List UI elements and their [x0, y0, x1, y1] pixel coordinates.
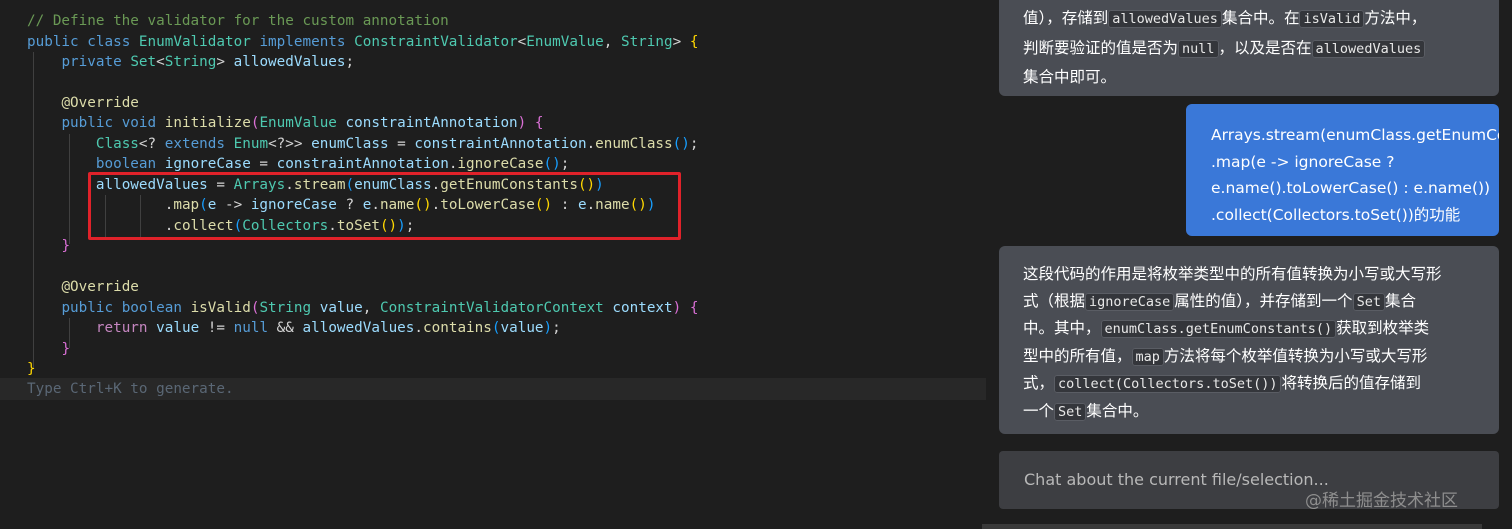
code-line: public void initialize(EnumValue constra…: [61, 115, 544, 131]
selection-highlight-box: [88, 172, 681, 240]
keyword: return: [95, 320, 148, 336]
variable: context: [612, 300, 673, 316]
type-name: ConstraintValidator: [354, 34, 518, 50]
inline-code: Set: [1352, 292, 1385, 311]
keyword: implements: [259, 34, 346, 50]
keyword: extends: [164, 136, 226, 152]
method-name: ignoreCase: [457, 156, 544, 172]
variable: constraintAnnotation: [414, 136, 587, 152]
code-line: // Define the validator for the custom a…: [27, 11, 449, 31]
inline-code: collect(Collectors.toSet()): [1054, 375, 1282, 393]
method-name: contains: [423, 320, 492, 336]
keyword: void: [121, 115, 157, 131]
method-name: enumClass: [595, 136, 673, 152]
keyword: class: [87, 34, 131, 50]
horizontal-scrollbar[interactable]: [982, 524, 1482, 529]
annotation: @Override: [61, 95, 139, 111]
code-line: }: [61, 238, 71, 254]
code-editor[interactable]: // Define the validator for the custom a…: [0, 0, 1000, 529]
inline-code: null: [1178, 39, 1219, 58]
type-name: EnumValidator: [138, 34, 251, 50]
inline-code: Set: [1054, 402, 1087, 421]
code-line: public boolean isValid(String value, Con…: [61, 300, 699, 316]
watermark: @稀土掘金技术社区: [1305, 491, 1458, 511]
method-name: initialize: [164, 115, 251, 131]
variable: value: [500, 320, 544, 336]
inline-code: isValid: [1299, 10, 1365, 28]
code-line: private Set<String> allowedValues;: [61, 54, 355, 70]
annotation: @Override: [61, 279, 139, 295]
chat-input-placeholder: Chat about the current file/selection...: [1024, 470, 1329, 489]
variable: allowedValues: [233, 54, 346, 70]
message-text: Arrays.stream(enumClass.getEnumConsta .m…: [1211, 126, 1499, 224]
type-name: Set: [130, 54, 157, 70]
code-comment: // Define the validator for the custom a…: [27, 13, 449, 29]
message-text: 值），存储到 allowedValues 集合中。在 isValid 方法中， 判断要验…: [1023, 9, 1427, 86]
code-line: }: [61, 341, 71, 357]
variable: value: [319, 300, 363, 316]
code-line: Class<? extends Enum<?>> enumClass = con…: [95, 136, 699, 152]
code-line: boolean ignoreCase = constraintAnnotatio…: [95, 156, 570, 172]
ai-message: 值），存储到 allowedValues 集合中。在 isValid 方法中， 判断要验…: [999, 0, 1499, 96]
type-name: EnumValue: [526, 34, 604, 50]
inline-code: map: [1131, 347, 1164, 366]
variable: enumClass: [311, 136, 389, 152]
generate-hint: Type Ctrl+K to generate.: [27, 381, 234, 397]
keyword: public: [61, 300, 114, 316]
type-name: String: [620, 34, 673, 50]
type-name: Enum: [233, 136, 269, 152]
code-line: @Override: [27, 277, 139, 297]
code-line: @Override: [27, 93, 139, 113]
keyword: boolean: [95, 156, 157, 172]
variable: constraintAnnotation: [345, 115, 518, 131]
method-name: isValid: [190, 300, 251, 316]
type-name: ConstraintValidatorContext: [379, 300, 604, 316]
variable: ignoreCase: [164, 156, 251, 172]
ai-message: 这段代码的作用是将枚举类型中的所有值转换为小写或大写形 式（根据 ignoreCa…: [999, 246, 1499, 434]
type-name: String: [164, 54, 217, 70]
inline-code: allowedValues: [1108, 10, 1222, 28]
keyword: private: [61, 54, 122, 70]
inline-code: enumClass.getEnumConstants(): [1100, 320, 1337, 338]
variable: value: [156, 320, 200, 336]
variable: allowedValues: [302, 320, 415, 336]
type-name: Class: [95, 136, 139, 152]
inline-code: ignoreCase: [1085, 292, 1175, 311]
message-text: 这段代码的作用是将枚举类型中的所有值转换为小写或大写形 式（根据 ignoreCa…: [1023, 265, 1442, 421]
keyword: boolean: [121, 300, 182, 316]
keyword: public: [61, 115, 114, 131]
code-line: public class EnumValidator implements Co…: [27, 34, 699, 50]
code-line: }: [27, 361, 36, 377]
user-message: Arrays.stream(enumClass.getEnumConsta .m…: [1186, 104, 1499, 236]
type-name: String: [259, 300, 312, 316]
inline-code: allowedValues: [1311, 39, 1426, 58]
keyword: null: [233, 320, 269, 336]
code-line: return value != null && allowedValues.co…: [95, 320, 561, 336]
variable: constraintAnnotation: [276, 156, 449, 172]
keyword: public: [27, 34, 79, 50]
type-name: EnumValue: [259, 115, 337, 131]
